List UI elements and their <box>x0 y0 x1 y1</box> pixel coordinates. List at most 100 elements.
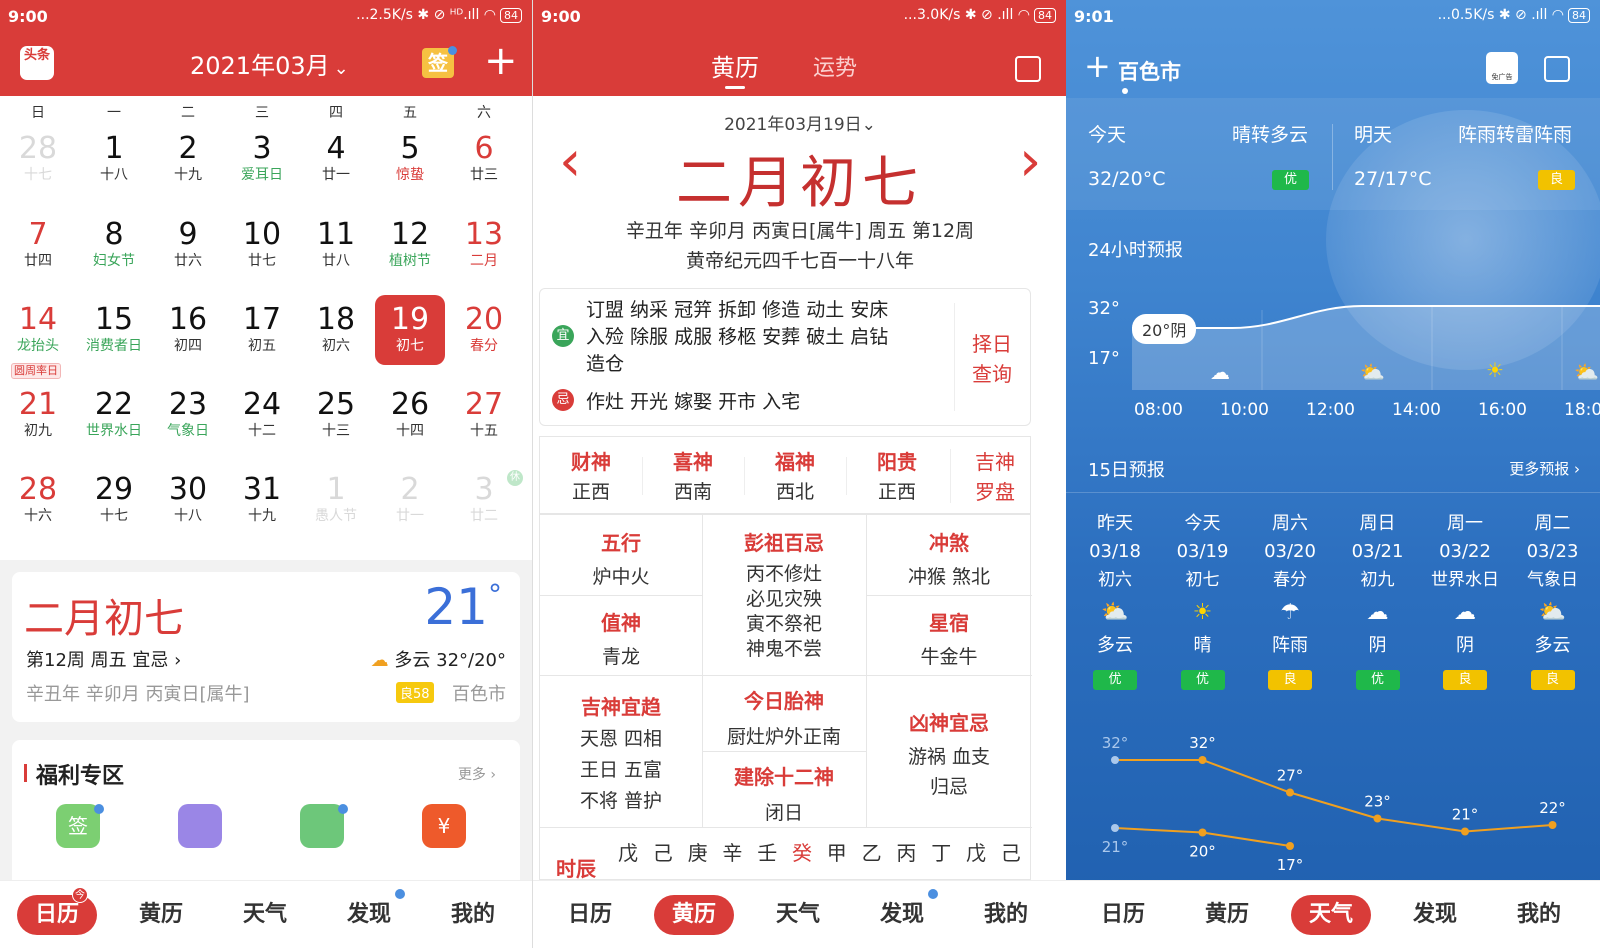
daily-forecast-item[interactable]: 周日 03/21 初九 ☁ 阴优 <box>1335 510 1421 690</box>
tab-me[interactable]: 我的 <box>966 895 1046 935</box>
day-lunar: 爱耳日 <box>241 167 283 183</box>
daily-forecast-item[interactable]: 周一 03/22 世界水日 ☁ 阴良 <box>1422 510 1508 690</box>
calendar-day[interactable]: 16 初四 <box>153 303 223 381</box>
temp-point <box>1286 842 1294 850</box>
calendar-day[interactable]: 3 廿二 <box>449 473 519 551</box>
daily-forecast-item[interactable]: 昨天 03/18 初六 ⛅ 多云优 <box>1072 510 1158 690</box>
tab-fortune[interactable]: 运势 <box>813 50 857 82</box>
tab-weather[interactable]: 天气 <box>1291 895 1371 935</box>
tab-almanac[interactable]: 黄历 <box>121 895 201 935</box>
tab-almanac[interactable]: 黄历 <box>1187 895 1267 935</box>
daily-more-link[interactable]: 更多预报 › <box>1509 458 1580 479</box>
today-info-card[interactable]: 二月初七 21° 第12周 周五 宜忌 › ☁ 多云 32°/20° 辛丑年 辛… <box>12 572 520 722</box>
day-lunar: 十四 <box>396 423 424 439</box>
daily-forecast-item[interactable]: 周二 03/23 气象日 ⛅ 多云良 <box>1510 510 1596 690</box>
day-number: 20 <box>464 302 504 337</box>
calendar-day[interactable]: 28 十七 <box>3 132 73 210</box>
grid-hline-1 <box>540 595 703 596</box>
day-number: 27 <box>464 387 504 422</box>
calendar-day[interactable]: 28 十六 <box>3 473 73 551</box>
tab-weather[interactable]: 天气 <box>225 895 305 935</box>
bottom-tab-bar: 日历 黄历 天气 发现 我的今 <box>0 880 532 948</box>
calendar-day[interactable]: 18 初六 <box>301 303 371 381</box>
add-event-button[interactable]: + <box>484 38 518 84</box>
calendar-day[interactable]: 3 爱耳日 <box>227 132 297 210</box>
daily-forecast-item[interactable]: 周六 03/20 春分 ☂ 阵雨良 <box>1247 510 1333 690</box>
city-name[interactable]: 百色市 <box>1118 56 1181 86</box>
tab-discover[interactable]: 发现 <box>862 895 942 935</box>
tab-almanac[interactable]: 黄历 <box>711 48 759 83</box>
calendar-day[interactable]: 21 初九 <box>3 388 73 466</box>
hourly-cloud-icon-1: ☁ <box>1210 360 1230 384</box>
status-icons: ...0.5K/s ✱ ⊘ .ıll ◠ 84 <box>1438 7 1590 23</box>
welfare-more-link[interactable]: 更多 › <box>458 764 496 784</box>
calendar-day[interactable]: 2 廿一 <box>375 473 445 551</box>
chevron-down-icon: ⌄ <box>333 58 349 79</box>
today-temp: 32/20°C <box>1088 168 1166 190</box>
day-number: 7 <box>28 217 48 252</box>
calendar-day[interactable]: 8 妇女节 <box>79 218 149 296</box>
calendar-day[interactable]: 29 十七 <box>79 473 149 551</box>
toutiao-logo[interactable]: 头条 <box>20 46 54 80</box>
tab-calendar[interactable]: 日历 <box>550 895 630 935</box>
tab-almanac[interactable]: 黄历 <box>654 895 734 935</box>
tab-discover[interactable]: 发现 <box>1395 895 1475 935</box>
calendar-day[interactable]: 12 植树节 <box>375 218 445 296</box>
calendar-day[interactable]: 1 愚人节 <box>301 473 371 551</box>
day-lunar: 十六 <box>24 508 52 524</box>
share-icon[interactable] <box>1544 56 1570 82</box>
calendar-day[interactable]: 31 十九 <box>227 473 297 551</box>
day-lunar: 初五 <box>248 338 276 354</box>
day-number: 23 <box>168 387 208 422</box>
day-number: 16 <box>168 302 208 337</box>
tab-me[interactable]: 我的 <box>1499 895 1579 935</box>
status-bar: 9:01 ...0.5K/s ✱ ⊘ .ıll ◠ 84 <box>1066 0 1600 32</box>
day-lunar: 二月 <box>470 253 498 269</box>
welfare-fan-icon[interactable] <box>178 804 222 848</box>
daily-weather: 阵雨 <box>1272 635 1308 656</box>
calendar-day[interactable]: 1 十八 <box>79 132 149 210</box>
add-city-button[interactable]: + <box>1084 48 1111 84</box>
weather-panel: 9:01 ...0.5K/s ✱ ⊘ .ıll ◠ 84 + 百色市 免广告 今天… <box>1066 0 1600 948</box>
calendar-day[interactable]: 5 惊蛰 <box>375 132 445 210</box>
calendar-day[interactable]: 20 春分 <box>449 303 519 381</box>
remove-ads-button[interactable]: 免广告 <box>1486 52 1518 84</box>
tab-me[interactable]: 我的 <box>433 895 513 935</box>
calendar-day[interactable]: 22 世界水日 <box>79 388 149 466</box>
jishen-compass[interactable]: 吉神 罗盘 <box>958 447 1032 507</box>
calendar-day[interactable]: 6 廿三 <box>449 132 519 210</box>
calendar-day[interactable]: 10 廿七 <box>227 218 297 296</box>
day-lunar: 初九 <box>24 423 52 439</box>
calendar-day[interactable]: 24 十二 <box>227 388 297 466</box>
calendar-day[interactable]: 17 初五 <box>227 303 297 381</box>
tab-weather[interactable]: 天气 <box>758 895 838 935</box>
day-lunar: 十五 <box>470 423 498 439</box>
date-selector[interactable]: 2021年03月19日⌄ <box>533 110 1066 135</box>
calendar-day[interactable]: 13 二月 <box>449 218 519 296</box>
week-info[interactable]: 第12周 周五 宜忌 › <box>26 646 181 672</box>
god-direction: 财神 正西 <box>540 447 642 507</box>
welfare-redpacket-icon[interactable]: ¥ <box>422 804 466 848</box>
tab-calendar[interactable]: 日历 <box>1083 895 1163 935</box>
god-label: 喜神 <box>673 450 713 474</box>
daily-aqi-badge: 优 <box>1180 670 1225 690</box>
calendar-day[interactable]: 15 消费者日 <box>79 303 149 381</box>
share-icon[interactable] <box>1015 56 1041 82</box>
calendar-day[interactable]: 23 气象日 <box>153 388 223 466</box>
calendar-day[interactable]: 11 廿八 <box>301 218 371 296</box>
calendar-day[interactable]: 2 十九 <box>153 132 223 210</box>
calendar-day[interactable]: 7 廿四 <box>3 218 73 296</box>
pengzu-line-4: 神鬼不尝 <box>745 638 822 660</box>
day-number: 1 <box>326 472 346 507</box>
calendar-day[interactable]: 19 初七 <box>375 295 445 365</box>
daily-forecast-item[interactable]: 今天 03/19 初七 ☀ 晴优 <box>1160 510 1246 690</box>
calendar-day[interactable]: 25 十三 <box>301 388 371 466</box>
calendar-day[interactable]: 30 十八 <box>153 473 223 551</box>
calendar-day[interactable]: 26 十四 <box>375 388 445 466</box>
month-selector[interactable]: 2021年03月 ⌄ <box>190 46 349 81</box>
calendar-day[interactable]: 27 十五 <box>449 388 519 466</box>
zeri-query-button[interactable]: 择日 查询 <box>972 329 1012 389</box>
calendar-day[interactable]: 4 廿一 <box>301 132 371 210</box>
calendar-day[interactable]: 9 廿六 <box>153 218 223 296</box>
tab-discover[interactable]: 发现 <box>329 895 409 935</box>
